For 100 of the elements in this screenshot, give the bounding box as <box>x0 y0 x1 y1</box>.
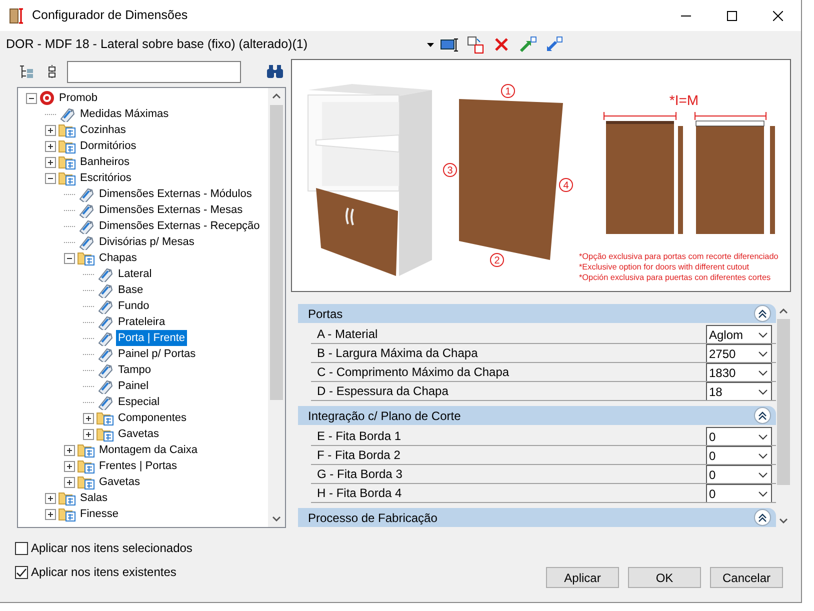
folder-icon <box>77 474 95 490</box>
tree-item[interactable]: Porta | Frente <box>116 330 188 346</box>
checkbox[interactable] <box>15 566 28 578</box>
expand-toggle[interactable] <box>45 492 56 504</box>
double-chevron-up-icon <box>758 513 767 522</box>
tree-item[interactable]: Promob <box>57 90 100 106</box>
double-chevron-up-icon <box>758 309 767 318</box>
tree-item[interactable]: Escritórios <box>78 170 134 186</box>
collapse-toggle[interactable] <box>26 92 37 104</box>
copy-icon <box>464 34 486 55</box>
expand-toggle[interactable] <box>83 428 94 440</box>
tree-item[interactable]: Tampo <box>116 362 154 378</box>
scrollbar-thumb[interactable] <box>777 319 790 485</box>
property-dropdown[interactable]: 2750 <box>706 344 772 362</box>
tree-item[interactable]: Chapas <box>97 250 139 266</box>
edge-number: 2 <box>490 253 504 267</box>
collapse-toggle[interactable] <box>64 252 75 264</box>
expand-toggle[interactable] <box>64 444 75 456</box>
property-dropdown[interactable]: 18 <box>706 382 772 400</box>
tree-item[interactable]: Finesse <box>78 506 121 522</box>
property-label: A - Material <box>316 326 379 343</box>
property-dropdown[interactable]: 0 <box>706 465 772 483</box>
tag-icon <box>77 202 95 218</box>
expand-toggle[interactable] <box>45 156 56 168</box>
expand-toggle[interactable] <box>64 476 75 488</box>
search-field[interactable] <box>67 61 241 83</box>
tree-item[interactable]: Base <box>116 282 146 298</box>
property-dropdown[interactable]: Aglom <box>706 325 772 343</box>
tree-item[interactable]: Salas <box>78 490 110 506</box>
tree-item[interactable]: Gavetas <box>97 474 142 490</box>
tree-item[interactable]: Especial <box>116 394 162 410</box>
dialog-button[interactable]: Aplicar <box>546 567 619 588</box>
tag-icon <box>96 266 114 282</box>
folder-icon <box>96 426 114 442</box>
scrollbar-thumb[interactable] <box>270 105 283 400</box>
expand-toggle[interactable] <box>83 412 94 424</box>
tree-item[interactable]: Dimensões Externas - Mesas <box>97 202 245 218</box>
tree-item[interactable]: Montagem da Caixa <box>97 442 200 458</box>
dialog-button[interactable]: Cancelar <box>710 567 783 588</box>
tree-item[interactable]: Fundo <box>116 298 152 314</box>
expand-toggle[interactable] <box>45 124 56 136</box>
folder-icon <box>58 506 76 522</box>
checkbox-label: Aplicar nos itens existentes <box>31 564 176 581</box>
tag-icon <box>77 218 95 234</box>
chevron-down-icon <box>758 472 768 478</box>
tree-item[interactable]: Componentes <box>116 410 188 426</box>
section-title: Processo de Fabricação <box>308 510 438 526</box>
tag-icon <box>96 346 114 362</box>
expand-toggle[interactable] <box>45 140 56 152</box>
tree-item[interactable]: Banheiros <box>78 154 132 170</box>
dropdown-caret-icon <box>427 42 434 46</box>
chevron-down-icon <box>758 370 768 376</box>
dialog-button[interactable]: OK <box>628 567 701 588</box>
search-icon <box>266 64 284 80</box>
tree-item[interactable]: Dimensões Externas - Módulos <box>97 186 254 202</box>
maximize-icon <box>727 10 737 20</box>
section-toggle[interactable] <box>754 509 771 526</box>
note-text: *Opção exclusiva para portas com recorte diferenciado <box>579 252 778 261</box>
close-icon <box>773 10 783 20</box>
tree-item[interactable]: Medidas Máximas <box>78 106 171 122</box>
tree-item[interactable]: Dimensões Externas - Recepção <box>97 218 262 234</box>
property-dropdown[interactable]: 1830 <box>706 363 772 381</box>
tree-item[interactable]: Lateral <box>116 266 154 282</box>
tag-icon <box>58 106 76 122</box>
checkmark-icon <box>16 566 27 578</box>
tag-icon <box>96 314 114 330</box>
property-label: G - Fita Borda 3 <box>316 466 404 483</box>
tree-item[interactable]: Cozinhas <box>78 122 128 138</box>
tree-item[interactable]: Prateleira <box>116 314 168 330</box>
tag-icon <box>77 234 95 250</box>
tree-item[interactable]: Frentes | Portas <box>97 458 180 474</box>
window-title: Configurador de Dimensões <box>32 7 188 24</box>
property-dropdown[interactable]: 0 <box>706 446 772 464</box>
tree-item[interactable]: Gavetas <box>116 426 161 442</box>
property-dropdown[interactable]: 0 <box>706 484 772 502</box>
chevron-down-icon <box>758 388 768 394</box>
tree-item[interactable]: Dormitórios <box>78 138 138 154</box>
property-label: F - Fita Borda 2 <box>316 447 402 464</box>
tree-icon <box>18 64 34 80</box>
note-text: *Exclusive option for doors with different cutout <box>579 262 750 272</box>
property-dropdown[interactable]: 0 <box>706 427 772 445</box>
collapse-toggle[interactable] <box>45 172 56 184</box>
logo-icon <box>39 90 55 106</box>
section-toggle[interactable] <box>754 407 771 424</box>
folder-icon <box>77 250 95 266</box>
chevron-down-icon <box>758 452 768 458</box>
chevron-down-icon <box>758 490 768 496</box>
checkbox[interactable] <box>15 542 28 554</box>
folder-icon <box>58 122 76 138</box>
tree-item[interactable]: Painel p/ Portas <box>116 346 198 362</box>
tree-item[interactable]: Painel <box>116 378 151 394</box>
configuration-dropdown[interactable]: DOR - MDF 18 - Lateral sobre base (fixo) (alterado)(1) <box>6 34 434 56</box>
expand-toggle[interactable] <box>64 460 75 472</box>
property-label: E - Fita Borda 1 <box>316 428 402 445</box>
section-toggle[interactable] <box>754 305 771 322</box>
expand-toggle[interactable] <box>45 508 56 520</box>
dimension-line <box>694 112 766 120</box>
chevron-down-icon <box>758 434 768 440</box>
tree-item[interactable]: Divisórias p/ Mesas <box>97 234 196 250</box>
section-title: Integração c/ Plano de Corte <box>308 408 461 424</box>
